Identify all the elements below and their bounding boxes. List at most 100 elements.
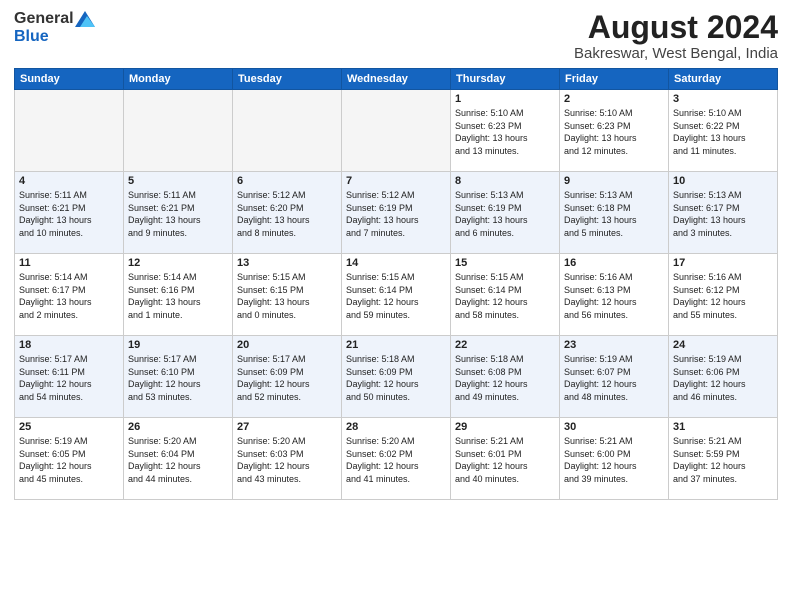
day-info: Sunrise: 5:21 AM Sunset: 6:00 PM Dayligh… — [564, 435, 664, 485]
weekday-header: Wednesday — [342, 69, 451, 90]
day-number: 29 — [455, 421, 555, 433]
day-info: Sunrise: 5:19 AM Sunset: 6:06 PM Dayligh… — [673, 353, 773, 403]
day-info: Sunrise: 5:15 AM Sunset: 6:15 PM Dayligh… — [237, 271, 337, 321]
calendar-day-cell: 31Sunrise: 5:21 AM Sunset: 5:59 PM Dayli… — [669, 418, 778, 500]
calendar-day-cell: 26Sunrise: 5:20 AM Sunset: 6:04 PM Dayli… — [124, 418, 233, 500]
day-info: Sunrise: 5:15 AM Sunset: 6:14 PM Dayligh… — [455, 271, 555, 321]
calendar-day-cell: 3 Sunrise: 5:10 AM Sunset: 6:22 PM Daylig… — [669, 90, 778, 172]
calendar-day-cell: 25 Sunrise: 5:19 AM Sunset: 6:05 PM Dayli… — [15, 418, 124, 500]
calendar-day-cell: 10 Sunrise: 5:13 AM Sunset: 6:17 PM Dayli… — [669, 172, 778, 254]
day-number: 16 — [564, 257, 664, 269]
day-info: Sunrise: 5:17 AM Sunset: 6:10 PM Dayligh… — [128, 353, 228, 403]
calendar-day-cell: 22 Sunrise: 5:18 AM Sunset: 6:08 PM Dayli… — [451, 336, 560, 418]
day-info: Sunrise: 5:15 AM Sunset: 6:14 PM Dayligh… — [346, 271, 446, 321]
day-number: 14 — [346, 257, 446, 269]
day-info: Sunrise: 5:21 AM Sunset: 6:01 PM Dayligh… — [455, 435, 555, 485]
day-number: 18 — [19, 339, 119, 351]
day-number: 15 — [455, 257, 555, 269]
weekday-header: Monday — [124, 69, 233, 90]
day-info: Sunrise: 5:10 AM Sunset: 6:23 PM Dayligh… — [455, 107, 555, 157]
calendar-day-cell: 2Sunrise: 5:10 AM Sunset: 6:23 PM Daylig… — [560, 90, 669, 172]
calendar-week-row: 4Sunrise: 5:11 AM Sunset: 6:21 PM Daylig… — [15, 172, 778, 254]
logo-icon — [75, 11, 95, 27]
calendar-day-cell: 12Sunrise: 5:14 AM Sunset: 6:16 PM Dayli… — [124, 254, 233, 336]
day-number: 20 — [237, 339, 337, 351]
day-info: Sunrise: 5:10 AM Sunset: 6:22 PM Dayligh… — [673, 107, 773, 157]
weekday-header: Thursday — [451, 69, 560, 90]
day-number: 23 — [564, 339, 664, 351]
weekday-header: Tuesday — [233, 69, 342, 90]
calendar-day-cell: 24Sunrise: 5:19 AM Sunset: 6:06 PM Dayli… — [669, 336, 778, 418]
day-info: Sunrise: 5:12 AM Sunset: 6:20 PM Dayligh… — [237, 189, 337, 239]
calendar-day-cell: 16 Sunrise: 5:16 AM Sunset: 6:13 PM Dayli… — [560, 254, 669, 336]
day-info: Sunrise: 5:16 AM Sunset: 6:13 PM Dayligh… — [564, 271, 664, 321]
calendar-week-row: 1 Sunrise: 5:10 AM Sunset: 6:23 PM Daylig… — [15, 90, 778, 172]
day-info: Sunrise: 5:19 AM Sunset: 6:05 PM Dayligh… — [19, 435, 119, 485]
day-number: 10 — [673, 175, 773, 187]
day-info: Sunrise: 5:13 AM Sunset: 6:18 PM Dayligh… — [564, 189, 664, 239]
day-info: Sunrise: 5:13 AM Sunset: 6:19 PM Dayligh… — [455, 189, 555, 239]
day-number: 11 — [19, 257, 119, 269]
title-block: August 2024 Bakreswar, West Bengal, Indi… — [574, 10, 778, 62]
day-info: Sunrise: 5:21 AM Sunset: 5:59 PM Dayligh… — [673, 435, 773, 485]
calendar-day-cell — [342, 90, 451, 172]
day-number: 9 — [564, 175, 664, 187]
calendar-day-cell — [124, 90, 233, 172]
day-number: 30 — [564, 421, 664, 433]
day-number: 8 — [455, 175, 555, 187]
calendar-week-row: 18 Sunrise: 5:17 AM Sunset: 6:11 PM Dayli… — [15, 336, 778, 418]
calendar-day-cell: 30 Sunrise: 5:21 AM Sunset: 6:00 PM Dayli… — [560, 418, 669, 500]
day-number: 22 — [455, 339, 555, 351]
calendar-day-cell: 9 Sunrise: 5:13 AM Sunset: 6:18 PM Daylig… — [560, 172, 669, 254]
day-number: 25 — [19, 421, 119, 433]
day-number: 1 — [455, 93, 555, 105]
calendar-day-cell: 18 Sunrise: 5:17 AM Sunset: 6:11 PM Dayli… — [15, 336, 124, 418]
day-info: Sunrise: 5:10 AM Sunset: 6:23 PM Dayligh… — [564, 107, 664, 157]
calendar-day-cell: 15 Sunrise: 5:15 AM Sunset: 6:14 PM Dayli… — [451, 254, 560, 336]
calendar-day-cell: 17 Sunrise: 5:16 AM Sunset: 6:12 PM Dayli… — [669, 254, 778, 336]
day-info: Sunrise: 5:14 AM Sunset: 6:17 PM Dayligh… — [19, 271, 119, 321]
day-info: Sunrise: 5:13 AM Sunset: 6:17 PM Dayligh… — [673, 189, 773, 239]
logo-general: General — [14, 10, 74, 28]
calendar-day-cell — [15, 90, 124, 172]
calendar-day-cell — [233, 90, 342, 172]
day-info: Sunrise: 5:19 AM Sunset: 6:07 PM Dayligh… — [564, 353, 664, 403]
calendar-day-cell: 20Sunrise: 5:17 AM Sunset: 6:09 PM Dayli… — [233, 336, 342, 418]
calendar-day-cell: 8 Sunrise: 5:13 AM Sunset: 6:19 PM Daylig… — [451, 172, 560, 254]
calendar-day-cell: 7 Sunrise: 5:12 AM Sunset: 6:19 PM Daylig… — [342, 172, 451, 254]
day-info: Sunrise: 5:18 AM Sunset: 6:08 PM Dayligh… — [455, 353, 555, 403]
sub-title: Bakreswar, West Bengal, India — [574, 45, 778, 62]
calendar-day-cell: 13 Sunrise: 5:15 AM Sunset: 6:15 PM Dayli… — [233, 254, 342, 336]
main-title: August 2024 — [574, 10, 778, 45]
calendar-header-row: SundayMondayTuesdayWednesdayThursdayFrid… — [15, 69, 778, 90]
calendar-day-cell: 29 Sunrise: 5:21 AM Sunset: 6:01 PM Dayli… — [451, 418, 560, 500]
calendar-day-cell: 19Sunrise: 5:17 AM Sunset: 6:10 PM Dayli… — [124, 336, 233, 418]
day-number: 13 — [237, 257, 337, 269]
weekday-header: Sunday — [15, 69, 124, 90]
calendar-day-cell: 14 Sunrise: 5:15 AM Sunset: 6:14 PM Dayli… — [342, 254, 451, 336]
day-info: Sunrise: 5:16 AM Sunset: 6:12 PM Dayligh… — [673, 271, 773, 321]
day-info: Sunrise: 5:12 AM Sunset: 6:19 PM Dayligh… — [346, 189, 446, 239]
day-info: Sunrise: 5:17 AM Sunset: 6:11 PM Dayligh… — [19, 353, 119, 403]
calendar-day-cell: 28Sunrise: 5:20 AM Sunset: 6:02 PM Dayli… — [342, 418, 451, 500]
day-number: 3 — [673, 93, 773, 105]
day-number: 17 — [673, 257, 773, 269]
day-info: Sunrise: 5:11 AM Sunset: 6:21 PM Dayligh… — [19, 189, 119, 239]
day-number: 28 — [346, 421, 446, 433]
day-info: Sunrise: 5:18 AM Sunset: 6:09 PM Dayligh… — [346, 353, 446, 403]
day-info: Sunrise: 5:20 AM Sunset: 6:04 PM Dayligh… — [128, 435, 228, 485]
header: General Blue August 2024 Bakreswar, West… — [14, 10, 778, 62]
calendar-day-cell: 27Sunrise: 5:20 AM Sunset: 6:03 PM Dayli… — [233, 418, 342, 500]
day-number: 12 — [128, 257, 228, 269]
calendar-day-cell: 4Sunrise: 5:11 AM Sunset: 6:21 PM Daylig… — [15, 172, 124, 254]
page-container: General Blue August 2024 Bakreswar, West… — [0, 0, 792, 612]
day-number: 21 — [346, 339, 446, 351]
day-number: 6 — [237, 175, 337, 187]
calendar-day-cell: 11 Sunrise: 5:14 AM Sunset: 6:17 PM Dayli… — [15, 254, 124, 336]
day-number: 7 — [346, 175, 446, 187]
weekday-header: Saturday — [669, 69, 778, 90]
day-number: 5 — [128, 175, 228, 187]
calendar-day-cell: 6 Sunrise: 5:12 AM Sunset: 6:20 PM Daylig… — [233, 172, 342, 254]
calendar-day-cell: 1 Sunrise: 5:10 AM Sunset: 6:23 PM Daylig… — [451, 90, 560, 172]
weekday-header: Friday — [560, 69, 669, 90]
